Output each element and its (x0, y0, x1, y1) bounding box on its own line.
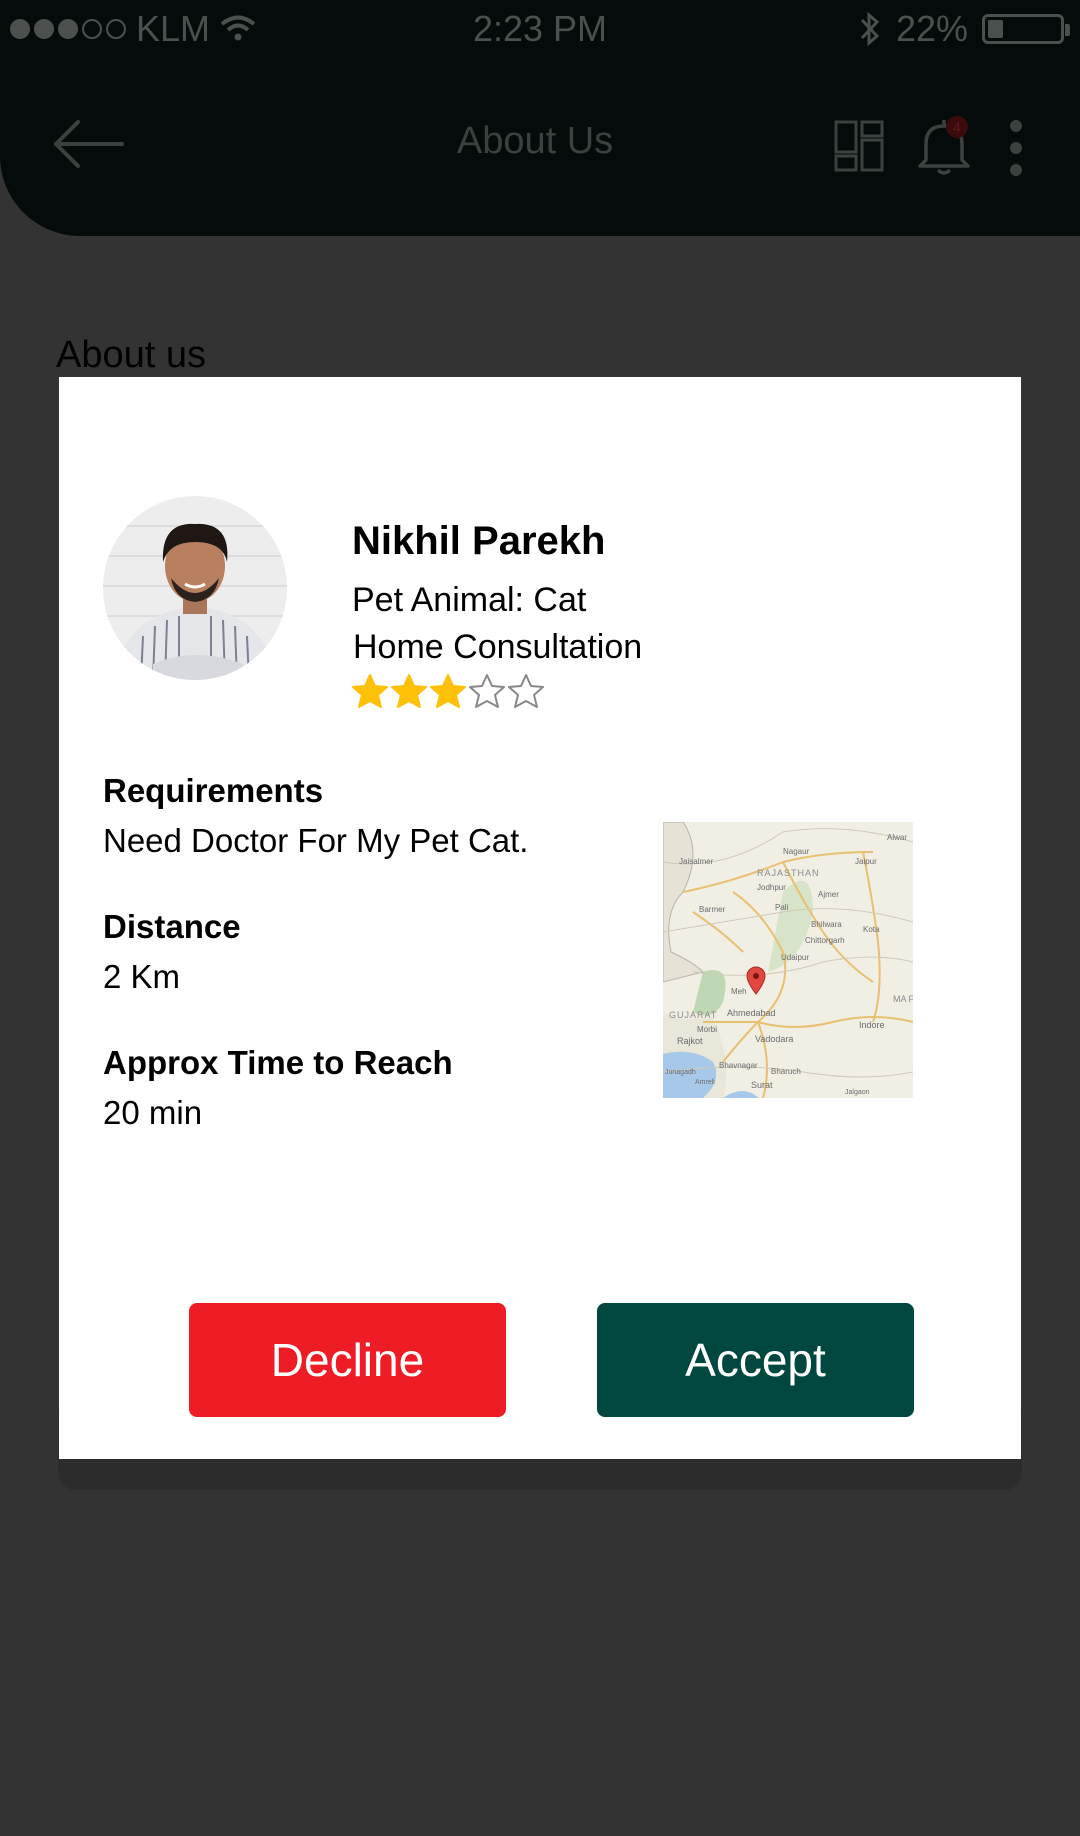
battery-percentage: 22% (895, 8, 968, 49)
star-rating (351, 673, 545, 709)
map-label-jaisalmer: Jaisalmer (679, 857, 714, 866)
avatar-image (103, 496, 287, 680)
app-bar: About Us 4 (0, 60, 1080, 236)
notifications-button[interactable]: 4 (918, 116, 970, 176)
more-vertical-icon[interactable] (1005, 118, 1027, 178)
battery-icon (982, 14, 1070, 44)
page-title: About Us (456, 120, 614, 162)
map-label-chittorgarh: Chittorgarh (805, 936, 845, 945)
request-modal: Nikhil Parekh Pet Animal: Cat Home Consu… (59, 377, 1021, 1459)
map-label-alwar: Alwar (887, 833, 907, 842)
map-label-rajasthan: RAJASTHAN (757, 868, 820, 878)
map-label-bharuch: Bharuch (771, 1067, 801, 1076)
time-section: Approx Time to Reach 20 min (103, 1044, 453, 1132)
map-label-morbi: Morbi (697, 1025, 717, 1034)
map-label-kota: Kota (863, 925, 880, 934)
distance-value: 2 Km (103, 958, 181, 995)
time-value: 20 min (103, 1094, 203, 1131)
status-bar: KLM 2:23 PM 22% (0, 0, 1080, 60)
time-label: Approx Time to Reach (103, 1044, 453, 1081)
location-map[interactable]: Nagaur Alwar Jaisalmer Jaipur RAJASTHAN … (663, 822, 913, 1098)
about-us-heading: About us (56, 334, 206, 376)
map-label-surat: Surat (751, 1080, 773, 1090)
decline-button[interactable]: Decline (189, 1303, 506, 1417)
status-bar-right: 22% (858, 8, 1070, 50)
battery-level-fill (988, 20, 1003, 38)
map-label-nagaur: Nagaur (783, 847, 810, 856)
map-label-gujarat: GUJARAT (669, 1010, 717, 1020)
accept-button[interactable]: Accept (597, 1303, 914, 1417)
dashboard-grid-icon[interactable] (834, 120, 884, 172)
star-empty-icon (508, 674, 544, 708)
requester-name: Nikhil Parekh (352, 519, 606, 563)
distance-label: Distance (103, 908, 241, 945)
star-empty-icon (469, 674, 505, 708)
map-label-jaipur: Jaipur (855, 857, 877, 866)
map-label-ajmer: Ajmer (818, 890, 839, 899)
map-label-rajkot: Rajkot (677, 1036, 703, 1046)
map-label-indore: Indore (859, 1020, 885, 1030)
map-label-amreli: Amreli (695, 1079, 715, 1086)
map-label-pali: Pali (775, 903, 789, 912)
map-label-jodhpur: Jodhpur (757, 883, 786, 892)
requirements-label: Requirements (103, 772, 324, 809)
star-filled-icon (352, 674, 388, 708)
bluetooth-icon (860, 11, 880, 47)
map-label-junagadh: Junagadh (665, 1069, 696, 1076)
map-label-udaipur: Udaipur (781, 953, 809, 962)
map-label-bhilwara: Bhilwara (811, 920, 842, 929)
consultation-type: Home Consultation (353, 628, 643, 666)
requirements-value: Need Doctor For My Pet Cat. (103, 822, 529, 859)
distance-section: Distance 2 Km (103, 908, 241, 996)
star-filled-icon (391, 674, 427, 708)
pet-animal: Pet Animal: Cat (352, 581, 587, 619)
notification-badge: 4 (946, 116, 968, 138)
map-label-bhavnagar: Bhavnagar (719, 1061, 758, 1070)
map-label-vadodara: Vadodara (755, 1034, 793, 1044)
map-label-madhya-pradesh: MA PRA (893, 994, 913, 1004)
requirements-section: Requirements Need Doctor For My Pet Cat. (103, 772, 528, 860)
map-label-barmer: Barmer (699, 905, 726, 914)
star-filled-icon (430, 674, 466, 708)
map-label-jalgaon: Jalgaon (845, 1089, 870, 1096)
map-label-mehsana: Meh (731, 987, 747, 996)
avatar (103, 496, 287, 680)
map-label-ahmedabad: Ahmedabad (727, 1008, 776, 1018)
